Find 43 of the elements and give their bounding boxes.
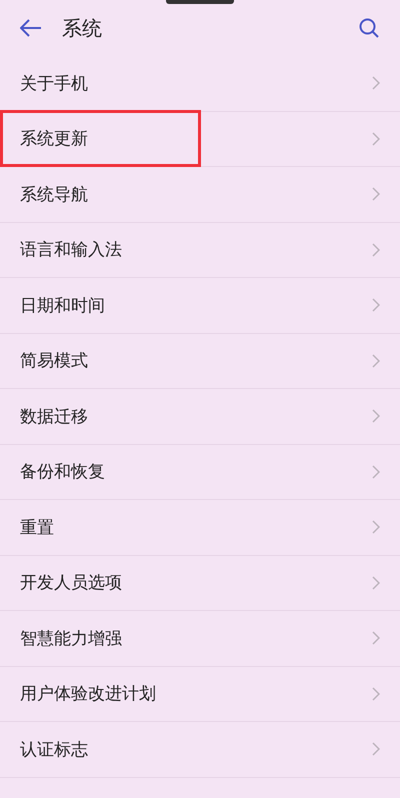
item-label: 系统导航 [19, 184, 89, 207]
item-label: 智慧能力增强 [19, 628, 123, 651]
item-label: 关于手机 [19, 72, 89, 96]
page-title: 系统 [62, 14, 103, 42]
settings-item[interactable]: 开发人员选项 [0, 556, 400, 611]
item-label: 重置 [19, 516, 55, 540]
item-label: 简易模式 [19, 350, 89, 374]
chevron-right-icon [372, 686, 380, 701]
item-label: 用户体验改进计划 [19, 683, 157, 706]
chevron-right-icon [372, 631, 380, 646]
chevron-right-icon [372, 520, 380, 534]
settings-item[interactable]: 备份和恢复 [0, 444, 400, 500]
settings-item[interactable]: 认证标志 [0, 722, 400, 778]
camera-notch [166, 0, 234, 4]
chevron-right-icon [372, 187, 380, 202]
chevron-right-icon [372, 242, 380, 257]
settings-item[interactable]: 智慧能力增强 [0, 611, 400, 666]
chevron-right-icon [372, 132, 380, 146]
item-label: 系统更新 [0, 110, 201, 168]
settings-item[interactable]: 关于手机 [0, 56, 400, 112]
item-label: 日期和时间 [19, 294, 106, 318]
item-label: 备份和恢复 [19, 461, 106, 484]
back-arrow-icon[interactable] [20, 19, 42, 37]
chevron-right-icon [372, 464, 380, 479]
settings-item[interactable]: 语言和输入法 [0, 222, 400, 278]
item-label: 认证标志 [19, 738, 89, 762]
settings-item[interactable]: 系统更新 [0, 112, 400, 167]
item-label: 数据迁移 [19, 406, 89, 429]
chevron-right-icon [372, 742, 380, 756]
settings-item[interactable]: 简易模式 [0, 334, 400, 389]
settings-item[interactable]: 日期和时间 [0, 278, 400, 334]
chevron-right-icon [372, 76, 380, 90]
settings-item[interactable]: 数据迁移 [0, 389, 400, 444]
item-label: 开发人员选项 [19, 572, 123, 596]
item-label: 语言和输入法 [19, 239, 123, 262]
chevron-right-icon [372, 298, 380, 312]
chevron-right-icon [372, 409, 380, 424]
chevron-right-icon [372, 576, 380, 590]
search-icon[interactable] [358, 17, 380, 39]
settings-item[interactable]: 系统导航 [0, 167, 400, 222]
settings-item[interactable]: 用户体验改进计划 [0, 666, 400, 722]
chevron-right-icon [372, 354, 380, 368]
settings-item[interactable]: 重置 [0, 500, 400, 556]
